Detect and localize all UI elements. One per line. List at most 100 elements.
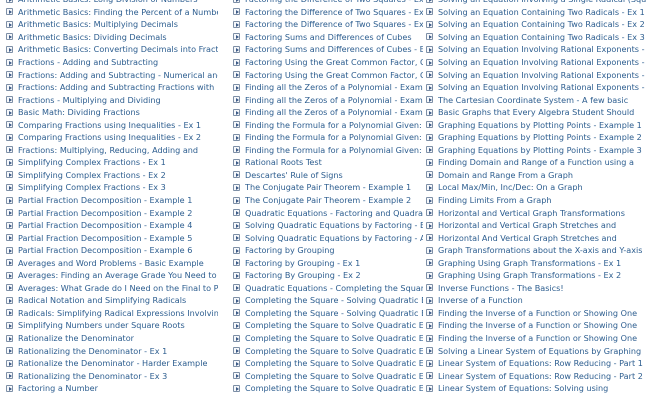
lesson-link[interactable]: Simplifying Complex Fractions - Ex 2 bbox=[6, 169, 218, 182]
expand-toggle-icon[interactable] bbox=[6, 234, 13, 242]
lesson-link[interactable]: Solving an Equation Involving Rational E… bbox=[426, 56, 646, 69]
lesson-link[interactable]: Comparing Fractions using Inequalities -… bbox=[6, 131, 218, 144]
lesson-link[interactable]: Partial Fraction Decomposition - Example… bbox=[6, 244, 218, 257]
expand-toggle-icon[interactable] bbox=[6, 347, 13, 355]
lesson-link[interactable]: Factoring Sums and Differences of Cubes … bbox=[233, 43, 423, 56]
expand-toggle-icon[interactable] bbox=[6, 334, 13, 342]
expand-toggle-icon[interactable] bbox=[233, 259, 240, 267]
expand-toggle-icon[interactable] bbox=[6, 58, 13, 66]
lesson-link[interactable]: Solving Quadratic Equations by Factoring… bbox=[233, 231, 423, 244]
expand-toggle-icon[interactable] bbox=[233, 83, 240, 91]
lesson-link[interactable]: Finding Domain and Range of a Function u… bbox=[426, 156, 646, 169]
lesson-link[interactable]: Completing the Square to Solve Quadratic… bbox=[233, 319, 423, 332]
expand-toggle-icon[interactable] bbox=[426, 0, 433, 3]
expand-toggle-icon[interactable] bbox=[233, 271, 240, 279]
lesson-link[interactable]: Comparing Fractions using Inequalities -… bbox=[6, 118, 218, 131]
expand-toggle-icon[interactable] bbox=[426, 108, 433, 116]
lesson-link[interactable]: Inverse Functions - The Basics! bbox=[426, 282, 646, 295]
expand-toggle-icon[interactable] bbox=[233, 171, 240, 179]
expand-toggle-icon[interactable] bbox=[233, 133, 240, 141]
expand-toggle-icon[interactable] bbox=[233, 45, 240, 53]
expand-toggle-icon[interactable] bbox=[6, 271, 13, 279]
lesson-link[interactable]: Domain and Range From a Graph bbox=[426, 169, 646, 182]
expand-toggle-icon[interactable] bbox=[426, 58, 433, 66]
expand-toggle-icon[interactable] bbox=[233, 296, 240, 304]
expand-toggle-icon[interactable] bbox=[426, 71, 433, 79]
lesson-link[interactable]: Horizontal and Vertical Graph Stretches … bbox=[426, 219, 646, 232]
lesson-link[interactable]: Factoring Using the Great Common Factor,… bbox=[233, 56, 423, 69]
expand-toggle-icon[interactable] bbox=[6, 171, 13, 179]
expand-toggle-icon[interactable] bbox=[233, 146, 240, 154]
expand-toggle-icon[interactable] bbox=[426, 271, 433, 279]
lesson-link[interactable]: Fractions - Multiplying and Dividing bbox=[6, 93, 218, 106]
lesson-link[interactable]: Averages: What Grade do I Need on the Fi… bbox=[6, 282, 218, 295]
expand-toggle-icon[interactable] bbox=[6, 321, 13, 329]
lesson-link[interactable]: Finding the Formula for a Polynomial Giv… bbox=[233, 144, 423, 157]
lesson-link[interactable]: The Conjugate Pair Theorem - Example 2 bbox=[233, 194, 423, 207]
expand-toggle-icon[interactable] bbox=[426, 246, 433, 254]
lesson-link[interactable]: The Conjugate Pair Theorem - Example 1 bbox=[233, 181, 423, 194]
expand-toggle-icon[interactable] bbox=[426, 83, 433, 91]
expand-toggle-icon[interactable] bbox=[426, 209, 433, 217]
lesson-link[interactable]: Finding the Formula for a Polynomial Giv… bbox=[233, 118, 423, 131]
lesson-link[interactable]: Factoring by Grouping bbox=[233, 244, 423, 257]
lesson-link[interactable]: Simplifying Complex Fractions - Ex 3 bbox=[6, 181, 218, 194]
expand-toggle-icon[interactable] bbox=[233, 0, 240, 3]
expand-toggle-icon[interactable] bbox=[233, 384, 240, 392]
lesson-link[interactable]: Partial Fraction Decomposition - Example… bbox=[6, 194, 218, 207]
lesson-link[interactable]: Rationalize the Denominator - Harder Exa… bbox=[6, 357, 218, 370]
expand-toggle-icon[interactable] bbox=[6, 83, 13, 91]
lesson-link[interactable]: Linear System of Equations: Row Reducing… bbox=[426, 357, 646, 370]
expand-toggle-icon[interactable] bbox=[6, 8, 13, 16]
expand-toggle-icon[interactable] bbox=[426, 133, 433, 141]
expand-toggle-icon[interactable] bbox=[6, 221, 13, 229]
lesson-link[interactable]: Graphing Equations by Plotting Points - … bbox=[426, 144, 646, 157]
lesson-link[interactable]: Graphing Equations by Plotting Points - … bbox=[426, 118, 646, 131]
lesson-link[interactable]: The Cartesian Coordinate System - A few … bbox=[426, 93, 646, 106]
expand-toggle-icon[interactable] bbox=[426, 8, 433, 16]
expand-toggle-icon[interactable] bbox=[233, 321, 240, 329]
lesson-link[interactable]: Averages and Word Problems - Basic Examp… bbox=[6, 256, 218, 269]
expand-toggle-icon[interactable] bbox=[233, 334, 240, 342]
lesson-link[interactable]: Linear System of Equations: Row Reducing… bbox=[426, 369, 646, 382]
expand-toggle-icon[interactable] bbox=[426, 183, 433, 191]
expand-toggle-icon[interactable] bbox=[426, 96, 433, 104]
lesson-link[interactable]: Radicals: Simplifying Radical Expression… bbox=[6, 307, 218, 320]
expand-toggle-icon[interactable] bbox=[426, 347, 433, 355]
lesson-link[interactable]: Fractions: Adding and Subtracting Fracti… bbox=[6, 81, 218, 94]
expand-toggle-icon[interactable] bbox=[426, 359, 433, 367]
lesson-link[interactable]: Solving an Equation Involving Rational E… bbox=[426, 81, 646, 94]
expand-toggle-icon[interactable] bbox=[426, 334, 433, 342]
lesson-link[interactable]: Simplifying Complex Fractions - Ex 1 bbox=[6, 156, 218, 169]
lesson-link[interactable]: Solving Quadratic Equations by Factoring… bbox=[233, 219, 423, 232]
lesson-link[interactable]: Graphing Using Graph Transformations - E… bbox=[426, 256, 646, 269]
expand-toggle-icon[interactable] bbox=[426, 296, 433, 304]
expand-toggle-icon[interactable] bbox=[233, 158, 240, 166]
lesson-link[interactable]: Simplifying Numbers under Square Roots bbox=[6, 319, 218, 332]
expand-toggle-icon[interactable] bbox=[233, 196, 240, 204]
lesson-link[interactable]: Arithmetic Basics: Converting Decimals i… bbox=[6, 43, 218, 56]
lesson-link[interactable]: Factoring a Number bbox=[6, 382, 218, 395]
lesson-link[interactable]: Rational Roots Test bbox=[233, 156, 423, 169]
lesson-link[interactable]: Finding all the Zeros of a Polynomial - … bbox=[233, 81, 423, 94]
lesson-link[interactable]: Completing the Square to Solve Quadratic… bbox=[233, 357, 423, 370]
lesson-link[interactable]: Quadratic Equations - Factoring and Quad… bbox=[233, 206, 423, 219]
lesson-link[interactable]: Fractions: Multiplying, Reducing, Adding… bbox=[6, 144, 218, 157]
expand-toggle-icon[interactable] bbox=[426, 309, 433, 317]
expand-toggle-icon[interactable] bbox=[233, 8, 240, 16]
expand-toggle-icon[interactable] bbox=[233, 33, 240, 41]
lesson-link[interactable]: Finding the Inverse of a Function or Sho… bbox=[426, 319, 646, 332]
lesson-link[interactable]: Factoring the Difference of Two Squares … bbox=[233, 18, 423, 31]
expand-toggle-icon[interactable] bbox=[426, 171, 433, 179]
expand-toggle-icon[interactable] bbox=[233, 372, 240, 380]
expand-toggle-icon[interactable] bbox=[6, 20, 13, 28]
expand-toggle-icon[interactable] bbox=[233, 209, 240, 217]
expand-toggle-icon[interactable] bbox=[233, 108, 240, 116]
expand-toggle-icon[interactable] bbox=[233, 71, 240, 79]
lesson-link[interactable]: Rationalizing the Denominator - Ex 1 bbox=[6, 344, 218, 357]
lesson-link[interactable]: Solving an Equation Containing Two Radic… bbox=[426, 31, 646, 44]
expand-toggle-icon[interactable] bbox=[426, 121, 433, 129]
expand-toggle-icon[interactable] bbox=[6, 246, 13, 254]
lesson-link[interactable]: Solving an Equation Involving Rational E… bbox=[426, 68, 646, 81]
lesson-link[interactable]: Basic Math: Dividing Fractions bbox=[6, 106, 218, 119]
